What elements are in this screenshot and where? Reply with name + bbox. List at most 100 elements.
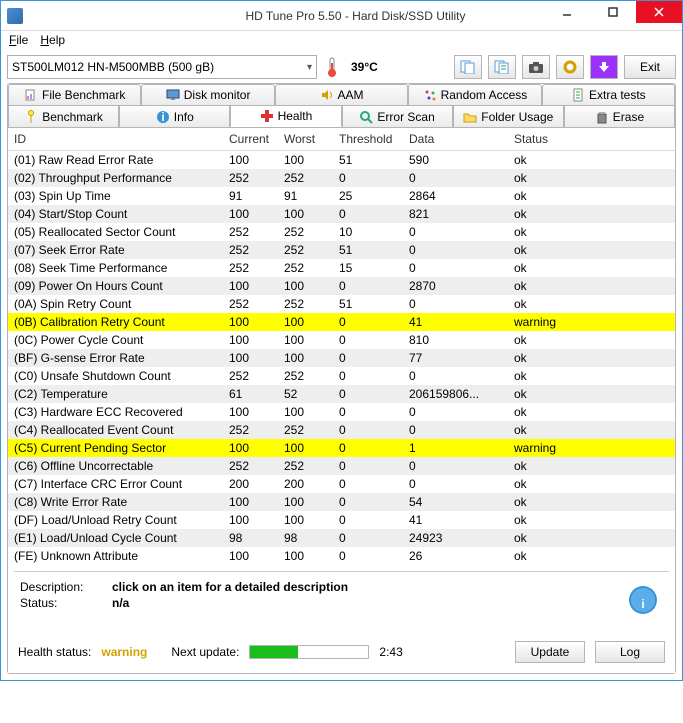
- col-data[interactable]: Data: [409, 132, 514, 146]
- cell-current: 100: [229, 494, 284, 510]
- cell-status: ok: [514, 188, 634, 204]
- next-update-progress: [249, 645, 369, 659]
- table-row[interactable]: (C6) Offline Uncorrectable25225200ok: [8, 457, 675, 475]
- cell-data: 77: [409, 350, 514, 366]
- info-icon[interactable]: i: [627, 584, 659, 616]
- table-row[interactable]: (C7) Interface CRC Error Count20020000ok: [8, 475, 675, 493]
- minimize-button[interactable]: [544, 1, 590, 23]
- cell-status: ok: [514, 494, 634, 510]
- exit-button[interactable]: Exit: [624, 55, 676, 79]
- table-row[interactable]: (03) Spin Up Time9191252864ok: [8, 187, 675, 205]
- cell-threshold: 0: [339, 530, 409, 546]
- screenshot-button[interactable]: [522, 55, 550, 79]
- tab-info[interactable]: iInfo: [119, 105, 230, 127]
- cell-worst: 52: [284, 386, 339, 402]
- table-row[interactable]: (04) Start/Stop Count1001000821ok: [8, 205, 675, 223]
- tab-random-access[interactable]: Random Access: [408, 84, 541, 105]
- table-row[interactable]: (FE) Unknown Attribute100100026ok: [8, 547, 675, 565]
- tab-error-scan[interactable]: Error Scan: [342, 105, 453, 127]
- table-row[interactable]: (07) Seek Error Rate252252510ok: [8, 241, 675, 259]
- info-icon: i: [156, 110, 170, 124]
- table-row[interactable]: (C4) Reallocated Event Count25225200ok: [8, 421, 675, 439]
- cell-id: (08) Seek Time Performance: [14, 260, 229, 276]
- maximize-button[interactable]: [590, 1, 636, 23]
- table-row[interactable]: (C5) Current Pending Sector10010001warni…: [8, 439, 675, 457]
- cell-threshold: 0: [339, 512, 409, 528]
- cell-current: 252: [229, 224, 284, 240]
- cell-status: ok: [514, 422, 634, 438]
- description-panel: Description: click on an item for a deta…: [14, 571, 669, 631]
- cell-current: 100: [229, 440, 284, 456]
- cell-current: 100: [229, 404, 284, 420]
- copy-info-button[interactable]: [454, 55, 482, 79]
- table-row[interactable]: (01) Raw Read Error Rate10010051590ok: [8, 151, 675, 169]
- col-status[interactable]: Status: [514, 132, 634, 146]
- table-row[interactable]: (C8) Write Error Rate100100054ok: [8, 493, 675, 511]
- app-icon: [7, 8, 23, 24]
- tab-extra-tests[interactable]: Extra tests: [542, 84, 675, 105]
- cell-threshold: 0: [339, 440, 409, 456]
- app-window: HD Tune Pro 5.50 - Hard Disk/SSD Utility…: [0, 0, 683, 681]
- table-row[interactable]: (0B) Calibration Retry Count100100041war…: [8, 313, 675, 331]
- table-row[interactable]: (BF) G-sense Error Rate100100077ok: [8, 349, 675, 367]
- col-threshold[interactable]: Threshold: [339, 132, 409, 146]
- cell-current: 100: [229, 332, 284, 348]
- cell-status: ok: [514, 548, 634, 564]
- tab-file-benchmark[interactable]: File Benchmark: [8, 84, 141, 105]
- next-update-time: 2:43: [379, 645, 402, 659]
- cell-id: (C0) Unsafe Shutdown Count: [14, 368, 229, 384]
- table-row[interactable]: (05) Reallocated Sector Count252252100ok: [8, 223, 675, 241]
- table-row[interactable]: (DF) Load/Unload Retry Count100100041ok: [8, 511, 675, 529]
- toolbar: ST500LM012 HN-M500MBB (500 gB) ▾ 39°C Ex…: [7, 55, 676, 79]
- random-access-icon: [423, 88, 437, 102]
- table-row[interactable]: (02) Throughput Performance25225200ok: [8, 169, 675, 187]
- extra-tests-icon: [571, 88, 585, 102]
- cell-data: 1: [409, 440, 514, 456]
- cell-id: (02) Throughput Performance: [14, 170, 229, 186]
- cell-current: 252: [229, 260, 284, 276]
- tab-disk-monitor[interactable]: Disk monitor: [141, 84, 274, 105]
- tab-benchmark[interactable]: Benchmark: [8, 105, 119, 127]
- tab-health[interactable]: Health: [230, 105, 341, 127]
- table-row[interactable]: (C0) Unsafe Shutdown Count25225200ok: [8, 367, 675, 385]
- cell-worst: 100: [284, 278, 339, 294]
- log-button[interactable]: Log: [595, 641, 665, 663]
- table-row[interactable]: (E1) Load/Unload Cycle Count9898024923ok: [8, 529, 675, 547]
- cell-worst: 91: [284, 188, 339, 204]
- table-row[interactable]: (0C) Power Cycle Count1001000810ok: [8, 331, 675, 349]
- table-row[interactable]: (08) Seek Time Performance252252150ok: [8, 259, 675, 277]
- update-button[interactable]: Update: [515, 641, 585, 663]
- drive-select[interactable]: ST500LM012 HN-M500MBB (500 gB) ▾: [7, 55, 317, 79]
- temperature-value: 39°C: [351, 60, 378, 74]
- table-row[interactable]: (C3) Hardware ECC Recovered10010000ok: [8, 403, 675, 421]
- table-row[interactable]: (C2) Temperature61520206159806...ok: [8, 385, 675, 403]
- close-button[interactable]: [636, 1, 682, 23]
- file-benchmark-icon: [24, 88, 38, 102]
- cell-worst: 100: [284, 332, 339, 348]
- col-current[interactable]: Current: [229, 132, 284, 146]
- cell-current: 252: [229, 458, 284, 474]
- tab-aam[interactable]: AAM: [275, 84, 408, 105]
- cell-status: ok: [514, 260, 634, 276]
- menu-file[interactable]: File: [9, 33, 28, 47]
- cell-status: warning: [514, 440, 634, 456]
- description-value: click on an item for a detailed descript…: [112, 580, 348, 594]
- tab-folder-usage[interactable]: Folder Usage: [453, 105, 564, 127]
- tab-erase[interactable]: Erase: [564, 105, 675, 127]
- cell-status: ok: [514, 458, 634, 474]
- cell-current: 252: [229, 242, 284, 258]
- table-row[interactable]: (09) Power On Hours Count10010002870ok: [8, 277, 675, 295]
- cell-status: ok: [514, 278, 634, 294]
- cell-id: (C4) Reallocated Event Count: [14, 422, 229, 438]
- col-worst[interactable]: Worst: [284, 132, 339, 146]
- options-button[interactable]: [556, 55, 584, 79]
- col-id[interactable]: ID: [14, 132, 229, 146]
- titlebar[interactable]: HD Tune Pro 5.50 - Hard Disk/SSD Utility: [1, 1, 682, 31]
- copy-all-button[interactable]: [488, 55, 516, 79]
- table-row[interactable]: (0A) Spin Retry Count252252510ok: [8, 295, 675, 313]
- cell-status: ok: [514, 332, 634, 348]
- menu-help[interactable]: Help: [40, 33, 65, 47]
- save-button[interactable]: [590, 55, 618, 79]
- cell-data: 0: [409, 404, 514, 420]
- cell-id: (0A) Spin Retry Count: [14, 296, 229, 312]
